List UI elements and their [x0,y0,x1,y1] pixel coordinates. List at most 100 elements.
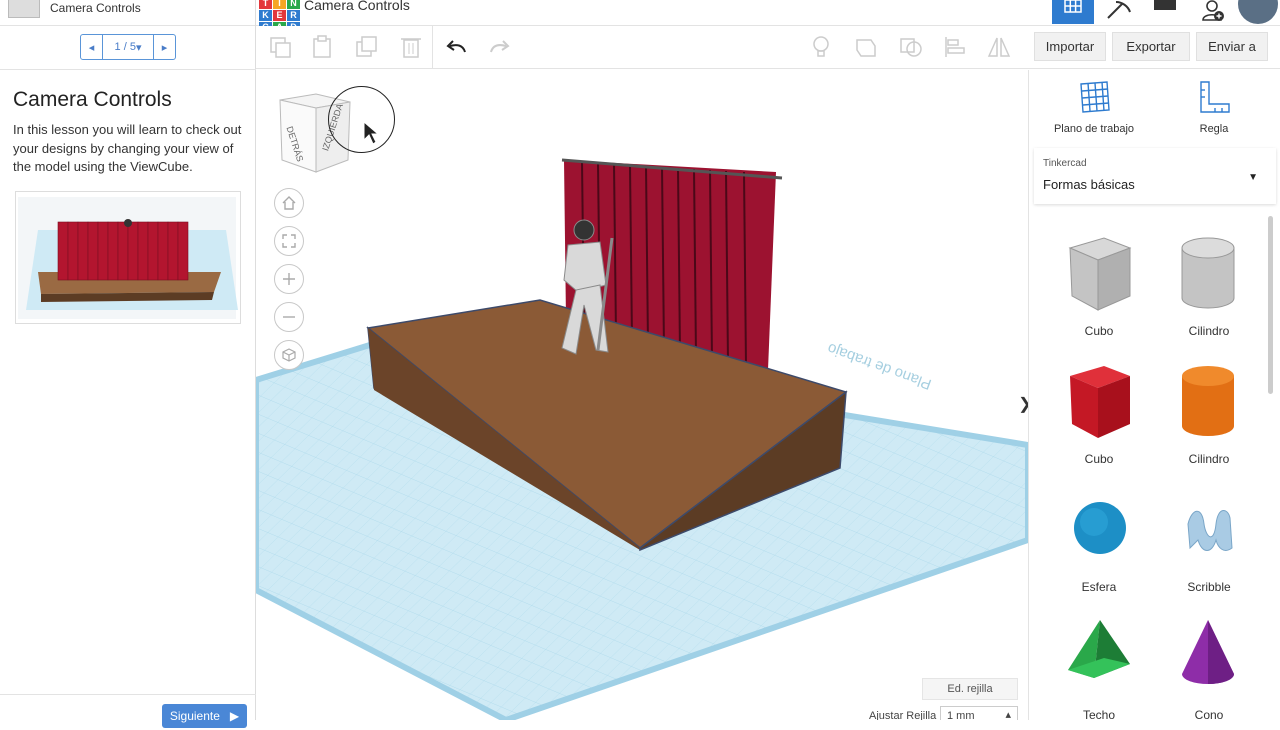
blocks-button[interactable] [1098,0,1140,24]
hole-cylinder-icon [1181,237,1235,309]
ungroup-icon[interactable] [898,34,924,60]
shape-library-dropdown[interactable]: Tinkercad Formas básicas ▼ [1034,148,1276,204]
undo-icon[interactable] [444,34,470,60]
lesson-preview-image [15,191,241,324]
workplane-tool[interactable]: Plano de trabajo [1039,80,1149,135]
paste-icon[interactable] [310,34,336,60]
toolbar-divider [432,26,433,69]
profile-avatar[interactable] [1238,0,1278,24]
lesson-body: In this lesson you will learn to check o… [13,122,242,174]
next-step-button[interactable]: ▸ [153,35,175,59]
shape-tile[interactable]: Scribble [1154,484,1264,602]
ruler-icon [1200,81,1230,113]
hole-box-icon [1068,237,1132,311]
snap-grid-label: Ajustar Rejilla [869,710,937,720]
divider [0,69,256,70]
shape-label: Cubo [1084,452,1114,466]
lesson-pager: ◂ 1 / 5 ▾ ▸ [80,34,176,60]
step-indicator[interactable]: 1 / 5 ▾ [103,35,153,59]
workplane-label: Plano de trabajo [825,339,933,392]
shapes-scrollbar[interactable] [1268,216,1273,394]
plus-icon [283,273,295,285]
pickaxe-icon [1107,1,1131,19]
shape-label: Esfera [1081,580,1117,594]
lesson-panel: ◂ 1 / 5 ▾ ▸ Camera Controls In this lesso… [0,26,256,728]
minus-icon [283,316,295,318]
redo-icon[interactable] [486,34,512,60]
workplane-viewport[interactable]: Plano de trabajo DETRÁS IZQUIERDA Ed. re… [256,70,1028,720]
library-provider: Tinkercad [1043,158,1087,169]
3d-view-button[interactable] [1052,0,1094,24]
export-button[interactable]: Exportar [1112,32,1190,61]
snap-grid-value: 1 mm [947,710,975,720]
invite-user-button[interactable] [1192,0,1232,24]
step-label: 1 / 5 [114,41,136,53]
snap-grid-select[interactable]: 1 mm ▴ [940,706,1018,720]
shape-tile[interactable]: Cilindro [1154,228,1264,346]
home-view-button[interactable] [274,188,304,218]
play-icon: ▶ [229,709,240,723]
duplicate-icon[interactable] [354,34,380,60]
sphere-icon [1074,502,1126,554]
trash-icon[interactable] [398,34,424,60]
top-bar: Camera Controls T I N K E R C A D Camera… [0,0,1280,33]
shape-label: Cilindro [1188,324,1230,338]
shape-tile[interactable]: Cono [1154,612,1264,730]
logo-letter: R [287,10,300,21]
preview-scene [18,197,238,319]
box-icon [1070,366,1130,438]
stepper-icon: ▴ [1005,709,1011,720]
cone-icon [1182,620,1234,684]
grid-icon [1064,0,1082,13]
ruler-tool-label: Regla [1199,123,1229,135]
logo-letter: I [273,0,286,9]
shape-tile[interactable]: Esfera [1044,484,1154,602]
shape-tile[interactable]: Cubo [1044,228,1154,346]
mirror-icon[interactable] [986,34,1012,60]
logo-letter: T [259,0,272,9]
zoom-in-button[interactable] [274,264,304,294]
logo-letter: E [273,10,286,21]
lesson-title-top: Camera Controls [50,1,141,15]
lesson-header: Camera Controls [0,0,256,26]
project-title[interactable]: Camera Controls [304,0,410,13]
shape-label: Scribble [1187,580,1231,594]
workplane-icon [1080,81,1110,113]
cylinder-icon [1182,366,1234,436]
divider [0,694,256,695]
home-icon [282,196,296,210]
copy-icon[interactable] [268,34,294,60]
cube-icon [282,348,296,362]
shape-tile[interactable]: Techo [1044,612,1154,730]
group-icon[interactable] [853,34,879,60]
add-user-icon [1202,0,1224,21]
cursor-icon [363,120,378,145]
bricks-button[interactable] [1144,0,1186,24]
caret-down-icon: ▼ [1248,172,1258,183]
shape-label: Cubo [1084,324,1114,338]
lesson-heading: Camera Controls [13,88,172,111]
import-button[interactable]: Importar [1034,32,1106,61]
align-icon[interactable] [942,34,968,60]
edit-grid-button[interactable]: Ed. rejilla [922,678,1018,700]
next-lesson-button[interactable]: Siguiente ▶ [162,704,247,728]
send-to-button[interactable]: Enviar a [1196,32,1268,61]
library-name: Formas básicas [1043,177,1135,192]
logo-letter: N [287,0,300,9]
ruler-tool[interactable]: Regla [1159,80,1269,135]
shape-tile[interactable]: Cilindro [1154,356,1264,474]
zoom-out-button[interactable] [274,302,304,332]
next-label: Siguiente [169,709,220,723]
prev-step-button[interactable]: ◂ [81,35,103,59]
tinkercad-logo[interactable]: T I N K E R C A D [259,0,300,33]
ortho-view-button[interactable] [274,340,304,370]
roof-icon [1068,620,1130,678]
brick-icon [1154,0,1176,10]
shapes-panel: Plano de trabajo Regla Tinkercad Formas … [1028,70,1280,722]
fit-icon [282,234,296,248]
shape-tile[interactable]: Cubo [1044,356,1154,474]
workplane-tool-label: Plano de trabajo [1053,123,1135,135]
logo-letter: K [259,10,272,21]
lightbulb-icon[interactable] [808,34,834,60]
fit-view-button[interactable] [274,226,304,256]
